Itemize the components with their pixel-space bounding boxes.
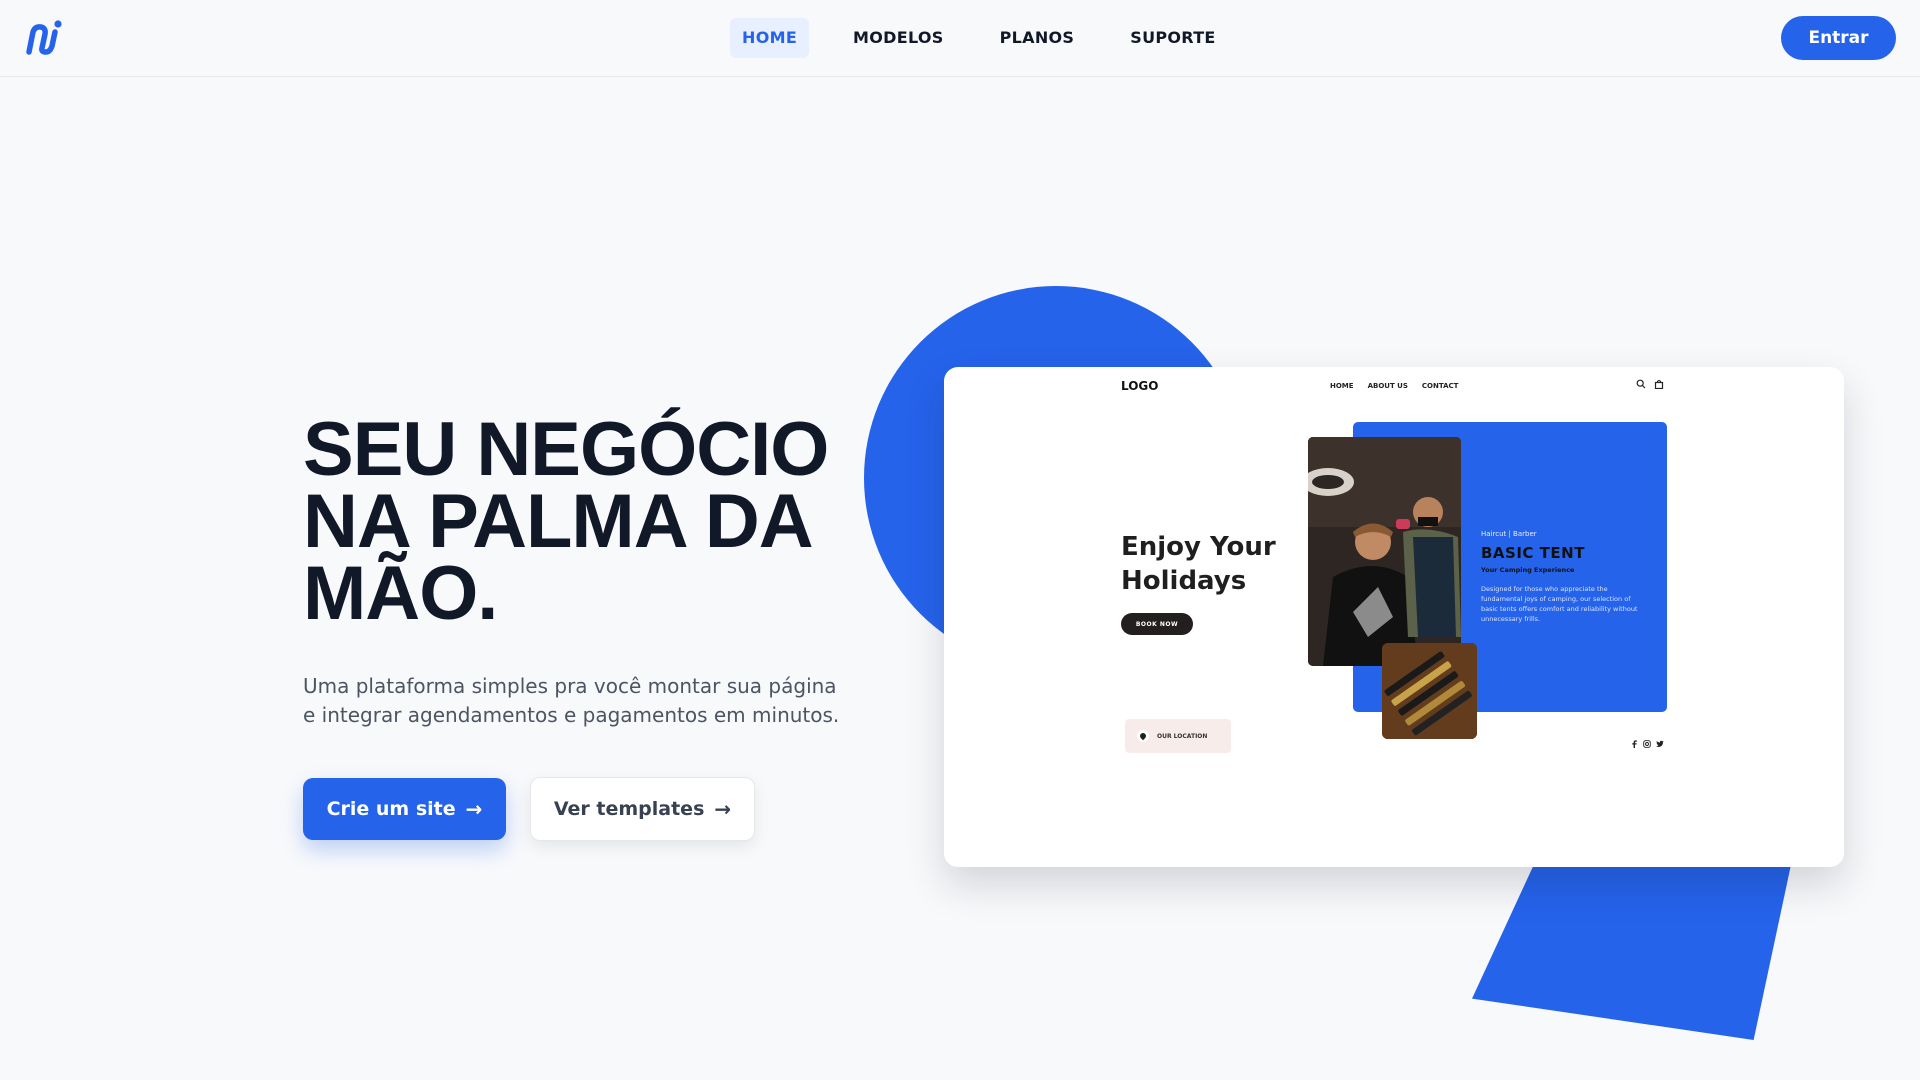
create-site-label: Crie um site [326, 798, 456, 820]
barber-tools-photo [1382, 643, 1477, 739]
nav-modelos[interactable]: MODELOS [841, 18, 956, 58]
instagram-icon [1643, 740, 1651, 748]
hero-title: SEU NEGÓCIO NA PALMA DA MÃO. [303, 407, 863, 636]
hero-title-line-1: SEU NEGÓCIO [303, 407, 829, 492]
facebook-icon [1632, 740, 1637, 748]
hero-subtitle: Uma plataforma simples pra você montar s… [303, 674, 840, 727]
template-preview: LOGO HOME ABOUT US CONTACT Enjoy Your Ho… [944, 367, 1844, 867]
login-button[interactable]: Entrar [1781, 16, 1896, 60]
preview-social-icons [1631, 740, 1664, 748]
view-templates-label: Ver templates [553, 798, 705, 820]
preview-nav-contact: CONTACT [1421, 382, 1459, 390]
nav-suporte[interactable]: SUPORTE [1118, 18, 1227, 58]
brand-logo[interactable] [24, 18, 64, 58]
preview-book-button: BOOK NOW [1121, 613, 1193, 635]
nav-planos[interactable]: PLANOS [988, 18, 1087, 58]
preview-subheading: Your Camping Experience [1481, 566, 1575, 574]
preview-logo: LOGO [1121, 379, 1159, 393]
location-pin-icon [1137, 730, 1149, 742]
hero-title-line-3: MÃO. [303, 551, 498, 636]
hero-title-line-2: NA PALMA DA [303, 479, 814, 564]
main-nav: HOME MODELOS PLANOS SUPORTE [730, 18, 1260, 58]
barber-tools-image [1382, 643, 1477, 739]
preview-description: Designed for those who appreciate the fu… [1481, 585, 1638, 623]
barber-photo-image [1308, 437, 1461, 666]
arrow-right-icon: → [714, 797, 732, 821]
preview-nav: HOME ABOUT US CONTACT [1330, 382, 1458, 390]
preview-nav-home: HOME [1330, 382, 1354, 390]
nav-home[interactable]: HOME [730, 18, 810, 58]
preview-location-button: OUR LOCATION [1125, 719, 1231, 753]
view-templates-button[interactable]: Ver templates → [530, 777, 755, 841]
preview-location-label: OUR LOCATION [1157, 732, 1208, 740]
top-navbar: HOME MODELOS PLANOS SUPORTE Entrar [0, 0, 1920, 77]
preview-nav-about: ABOUT US [1367, 382, 1408, 390]
barber-photo [1308, 437, 1461, 666]
arrow-right-icon: → [465, 797, 483, 821]
preview-header-icons [1636, 379, 1664, 389]
bag-icon [1654, 379, 1664, 389]
brand-logo-icon [26, 20, 62, 55]
preview-category: Haircut | Barber [1481, 530, 1537, 538]
twitter-icon [1656, 740, 1664, 748]
decorative-parallelogram [1472, 860, 1792, 1040]
create-site-button[interactable]: Crie um site → [303, 778, 506, 840]
search-icon [1636, 379, 1646, 389]
preview-heading: BASIC TENT [1481, 544, 1585, 562]
preview-title: Enjoy Your Holidays [1121, 532, 1276, 596]
